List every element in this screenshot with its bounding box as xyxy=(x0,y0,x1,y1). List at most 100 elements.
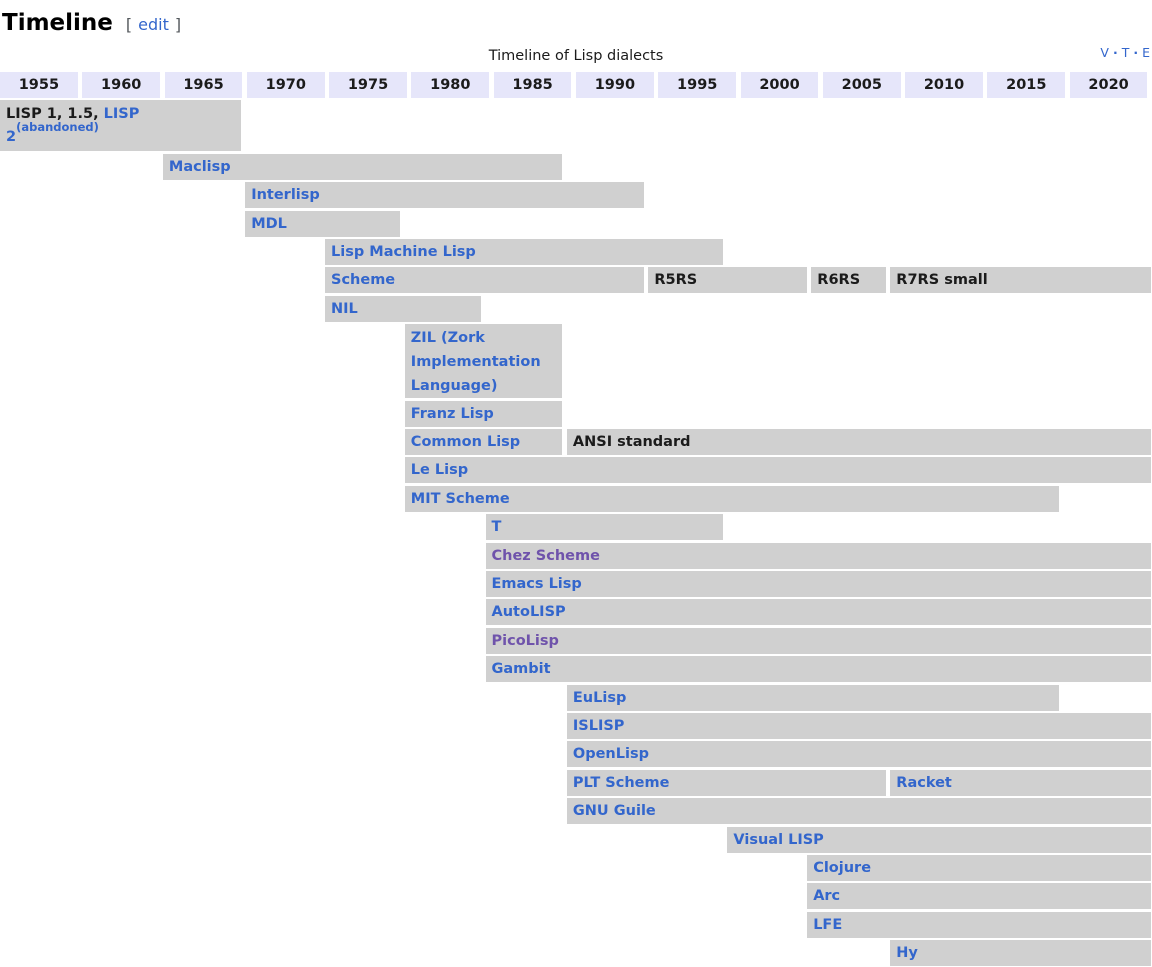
timeline-bar-interlisp: Interlisp xyxy=(245,182,644,208)
year-header-1970: 1970 xyxy=(247,72,325,98)
year-header-1985: 1985 xyxy=(494,72,572,98)
timeline-row: Lisp Machine Lisp xyxy=(0,239,1152,265)
year-header-1980: 1980 xyxy=(411,72,489,98)
timeline-row: Franz Lisp xyxy=(0,401,1152,427)
timeline-row: OpenLisp xyxy=(0,741,1152,767)
timeline-bar-lisp-1-1-5-lisp-2-abandoned: LISP 1, 1.5, LISP 2(abandoned) xyxy=(0,100,241,151)
timeline-row: PicoLisp xyxy=(0,628,1152,654)
timeline-row: Le Lisp xyxy=(0,457,1152,483)
year-header-1955: 1955 xyxy=(0,72,78,98)
timeline-row: EuLisp xyxy=(0,685,1152,711)
visual-lisp-link[interactable]: Visual LISP xyxy=(733,832,823,848)
timeline-row: Arc xyxy=(0,883,1152,909)
timeline-row: Visual LISP xyxy=(0,827,1152,853)
lfe-link[interactable]: LFE xyxy=(813,917,842,933)
timeline-bar-openlisp: OpenLisp xyxy=(567,741,1151,767)
timeline-row: MIT Scheme xyxy=(0,486,1152,512)
timeline-bar-mdl: MDL xyxy=(245,211,400,237)
gambit-link[interactable]: Gambit xyxy=(492,661,551,677)
r7rs-small-label: R7RS small xyxy=(896,272,987,288)
plt-scheme-link[interactable]: PLT Scheme xyxy=(573,775,670,791)
timeline-row: Scheme R5RS R6RS R7RS small xyxy=(0,267,1152,293)
year-header-2010: 2010 xyxy=(905,72,983,98)
mdl-link[interactable]: MDL xyxy=(251,216,287,232)
year-header-2020: 2020 xyxy=(1070,72,1148,98)
franz-lisp-link[interactable]: Franz Lisp xyxy=(411,406,494,422)
edit-section: [edit] xyxy=(126,15,181,34)
year-header-row: 1955196019651970197519801985199019952000… xyxy=(0,72,1152,98)
interlisp-link[interactable]: Interlisp xyxy=(251,187,320,203)
year-header-1960: 1960 xyxy=(82,72,160,98)
year-header-1965: 1965 xyxy=(165,72,243,98)
timeline-bar-plt-scheme: PLT Scheme xyxy=(567,770,886,796)
mit-scheme-link[interactable]: MIT Scheme xyxy=(411,491,510,507)
timeline-row: Interlisp xyxy=(0,182,1152,208)
vte-navbar: v·t·e xyxy=(1100,45,1150,61)
timeline-bar-arc: Arc xyxy=(807,883,1151,909)
lisp-machine-lisp-link[interactable]: Lisp Machine Lisp xyxy=(331,244,476,260)
vte-edit-link[interactable]: e xyxy=(1142,45,1150,60)
timeline-row: Chez Scheme xyxy=(0,543,1152,569)
timeline-row: LISP 1, 1.5, LISP 2(abandoned) xyxy=(0,100,1152,151)
timeline-bar-emacs-lisp: Emacs Lisp xyxy=(486,571,1152,597)
section-heading: Timeline [edit] xyxy=(2,8,181,38)
r5rs-label: R5RS xyxy=(654,272,697,288)
timeline-bar-ansi-standard: ANSI standard xyxy=(567,429,1151,455)
timeline-row: Clojure xyxy=(0,855,1152,881)
chez-scheme-link[interactable]: Chez Scheme xyxy=(492,548,600,564)
timeline-bar-le-lisp: Le Lisp xyxy=(405,457,1151,483)
zil-zork-implementation-language-link[interactable]: ZIL (Zork Implementation Language) xyxy=(411,330,541,394)
timeline-bar-clojure: Clojure xyxy=(807,855,1151,881)
t-link[interactable]: T xyxy=(492,519,502,535)
autolisp-link[interactable]: AutoLISP xyxy=(492,604,566,620)
edit-bracket-close: ] xyxy=(175,15,181,34)
year-header-1990: 1990 xyxy=(576,72,654,98)
gnu-guile-link[interactable]: GNU Guile xyxy=(573,803,656,819)
timeline-bar-gnu-guile: GNU Guile xyxy=(567,798,1151,824)
timeline-row: NIL xyxy=(0,296,1152,322)
picolisp-link[interactable]: PicoLisp xyxy=(492,633,559,649)
maclisp-link[interactable]: Maclisp xyxy=(169,159,231,175)
timeline-row: ZIL (Zork Implementation Language) xyxy=(0,324,1152,398)
timeline-bar-mit-scheme: MIT Scheme xyxy=(405,486,1059,512)
racket-link[interactable]: Racket xyxy=(896,775,952,791)
timeline-bar-franz-lisp: Franz Lisp xyxy=(405,401,563,427)
openlisp-link[interactable]: OpenLisp xyxy=(573,746,649,762)
nil-link[interactable]: NIL xyxy=(331,301,358,317)
timeline-bar-hy: Hy xyxy=(890,940,1151,966)
edit-link[interactable]: edit xyxy=(138,15,169,34)
emacs-lisp-link[interactable]: Emacs Lisp xyxy=(492,576,582,592)
timeline-bar-zil-zork-implementation-language: ZIL (Zork Implementation Language) xyxy=(405,324,563,398)
timeline-row: Common Lisp ANSI standard xyxy=(0,429,1152,455)
timeline-row: Gambit xyxy=(0,656,1152,682)
eulisp-link[interactable]: EuLisp xyxy=(573,690,626,706)
year-header-2000: 2000 xyxy=(741,72,819,98)
timeline-bar-islisp: ISLISP xyxy=(567,713,1151,739)
timeline-bar-gambit: Gambit xyxy=(486,656,1152,682)
timeline-row: Hy xyxy=(0,940,1152,966)
arc-link[interactable]: Arc xyxy=(813,888,840,904)
timeline-row: LFE xyxy=(0,912,1152,938)
abandoned-link[interactable]: (abandoned) xyxy=(16,120,99,134)
vte-separator: · xyxy=(1113,45,1118,60)
vte-talk-link[interactable]: t xyxy=(1122,45,1130,60)
superscript: (abandoned) xyxy=(16,120,99,134)
hy-link[interactable]: Hy xyxy=(896,945,918,961)
year-header-2015: 2015 xyxy=(987,72,1065,98)
timeline-bar-eulisp: EuLisp xyxy=(567,685,1059,711)
timeline-bar-visual-lisp: Visual LISP xyxy=(727,827,1151,853)
timeline-row: PLT Scheme Racket xyxy=(0,770,1152,796)
le-lisp-link[interactable]: Le Lisp xyxy=(411,462,468,478)
timeline-bar-racket: Racket xyxy=(890,770,1151,796)
timeline-bar-r6rs: R6RS xyxy=(811,267,886,293)
year-header-1995: 1995 xyxy=(658,72,736,98)
vte-view-link[interactable]: v xyxy=(1100,45,1109,60)
timeline-row: MDL xyxy=(0,211,1152,237)
scheme-link[interactable]: Scheme xyxy=(331,272,395,288)
page-title: Timeline xyxy=(2,8,113,38)
timeline-row: Maclisp xyxy=(0,154,1152,180)
islisp-link[interactable]: ISLISP xyxy=(573,718,625,734)
common-lisp-link[interactable]: Common Lisp xyxy=(411,434,520,450)
timeline-bar-nil: NIL xyxy=(325,296,481,322)
clojure-link[interactable]: Clojure xyxy=(813,860,871,876)
